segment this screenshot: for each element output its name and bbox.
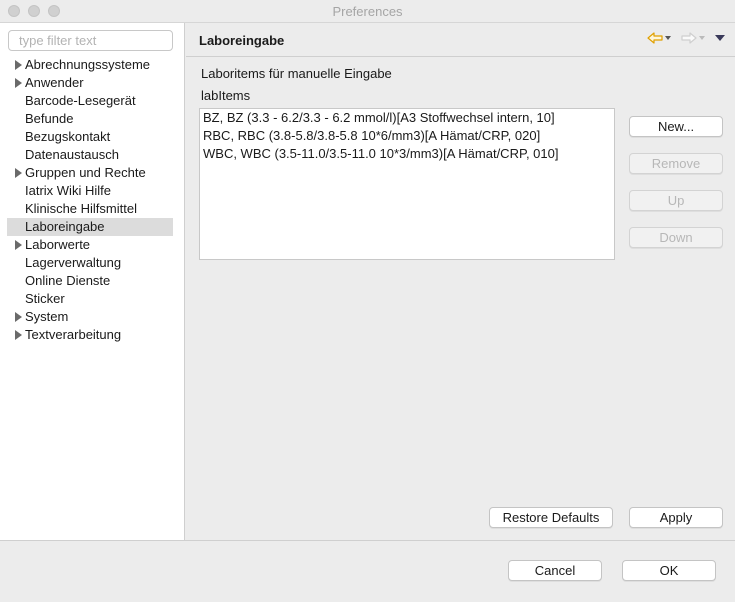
tree-item-label: Gruppen und Rechte [25,165,146,180]
tree-item[interactable]: System [7,308,173,326]
back-dropdown-icon [665,36,671,40]
list-item[interactable]: BZ, BZ (3.3 - 6.2/3.3 - 6.2 mmol/l)[A3 S… [200,109,614,127]
tree-item-label: Befunde [25,111,74,126]
tree-item[interactable]: Gruppen und Rechte [7,164,173,182]
up-button[interactable]: Up [629,190,723,211]
page-navigation [647,32,725,44]
new-button[interactable]: New... [629,116,723,137]
tree-item[interactable]: Online Dienste [7,272,173,290]
tree-item-label: Online Dienste [25,273,111,288]
tree-item-label: Laborwerte [25,237,91,252]
forward-dropdown-icon [699,36,705,40]
expand-arrow-icon[interactable] [15,330,22,340]
tree-item-label: Klinische Hilfsmittel [25,201,137,216]
preference-page: Laboreingabe Laboritems für manuelle Ein… [186,23,735,540]
ok-button[interactable]: OK [622,560,716,581]
expand-arrow-icon[interactable] [15,60,22,70]
tree-item[interactable]: Laborwerte [7,236,173,254]
expand-arrow-icon[interactable] [15,312,22,322]
tree-item[interactable]: Befunde [7,110,173,128]
dialog-button-bar: Cancel OK [0,540,735,602]
tree-item-label: Iatrix Wiki Hilfe [25,183,111,198]
tree-item-label: Anwender [25,75,84,90]
section-label: Laboritems für manuelle Eingabe [201,66,392,81]
page-header: Laboreingabe [186,23,735,57]
remove-button[interactable]: Remove [629,153,723,174]
view-menu-icon[interactable] [715,35,725,41]
tree-item[interactable]: Anwender [7,74,173,92]
apply-button[interactable]: Apply [629,507,723,528]
cancel-button[interactable]: Cancel [508,560,602,581]
tree-item-label: Sticker [25,291,65,306]
tree-item[interactable]: Bezugskontakt [7,128,173,146]
filter-input[interactable] [8,30,173,51]
window-title: Preferences [332,4,403,19]
tree-item-label: Abrechnungssysteme [25,57,151,72]
preference-tree: Abrechnungssysteme Anwender Barcode-Lesege… [7,56,173,344]
down-button[interactable]: Down [629,227,723,248]
lab-items-label: labItems [201,88,251,103]
lab-items-list[interactable]: BZ, BZ (3.3 - 6.2/3.3 - 6.2 mmol/l)[A3 S… [199,108,615,260]
tree-item-label: Lagerverwaltung [25,255,122,270]
tree-item[interactable]: Sticker [7,290,173,308]
back-button[interactable] [647,32,671,44]
expand-arrow-icon[interactable] [15,240,22,250]
title-bar: Preferences [0,0,735,23]
tree-item[interactable]: Iatrix Wiki Hilfe [7,182,173,200]
back-arrow-icon [647,32,663,44]
tree-item[interactable]: Abrechnungssysteme [7,56,173,74]
tree-item[interactable]: Textverarbeitung [7,326,173,344]
page-title: Laboreingabe [199,33,285,48]
tree-item-label: Textverarbeitung [25,327,122,342]
preference-tree-pane: Abrechnungssysteme Anwender Barcode-Lesege… [0,23,185,540]
list-item[interactable]: RBC, RBC (3.8-5.8/3.8-5.8 10*6/mm3)[A Hä… [200,127,614,145]
tree-item[interactable]: Klinische Hilfsmittel [7,200,173,218]
tree-item-label: Datenaustausch [25,147,119,162]
tree-item[interactable]: Laboreingabe [7,218,173,236]
forward-button[interactable] [681,32,705,44]
tree-item-label: Barcode-Lesegerät [25,93,136,108]
tree-item-label: Bezugskontakt [25,129,111,144]
tree-item[interactable]: Barcode-Lesegerät [7,92,173,110]
tree-item[interactable]: Datenaustausch [7,146,173,164]
tree-item-label: Laboreingabe [25,219,105,234]
preferences-window: Preferences Abrechnungssysteme Anwender Ba… [0,0,735,602]
forward-arrow-icon [681,32,697,44]
list-item[interactable]: WBC, WBC (3.5-11.0/3.5-11.0 10*3/mm3)[A … [200,145,614,163]
expand-arrow-icon[interactable] [15,168,22,178]
tree-item[interactable]: Lagerverwaltung [7,254,173,272]
expand-arrow-icon[interactable] [15,78,22,88]
tree-item-label: System [25,309,69,324]
restore-defaults-button[interactable]: Restore Defaults [489,507,613,528]
